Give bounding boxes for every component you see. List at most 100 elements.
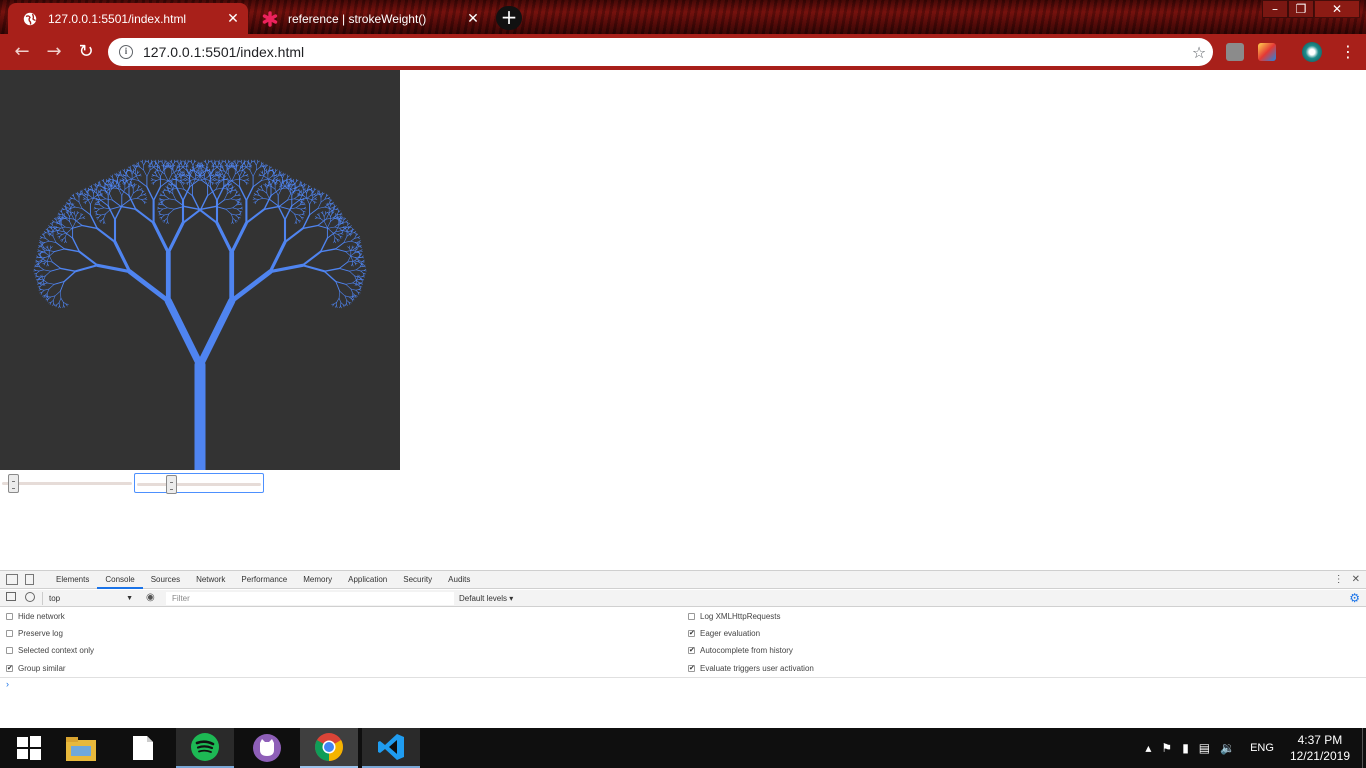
gear-icon[interactable]: ⚙ — [1349, 591, 1360, 605]
slider-thumb[interactable] — [166, 475, 177, 494]
p5-canvas[interactable] — [0, 70, 400, 476]
console-prompt[interactable]: › — [6, 679, 9, 689]
show-desktop-button[interactable] — [1362, 728, 1366, 768]
close-tab-icon[interactable]: ✕ — [222, 10, 244, 27]
console-option[interactable]: ✔ Group similar — [6, 664, 66, 673]
tree-branch — [298, 214, 302, 218]
reload-icon[interactable]: ↻ — [74, 40, 98, 64]
site-info-icon[interactable]: i — [119, 45, 133, 59]
devtools-tab-network[interactable]: Network — [188, 571, 233, 589]
console-option[interactable]: Selected context only — [6, 646, 94, 655]
tree-branch — [60, 226, 66, 229]
slider-1[interactable] — [0, 473, 134, 493]
filter-input[interactable]: Filter — [166, 592, 454, 605]
network-signal-icon[interactable]: ▤ — [1199, 741, 1210, 755]
console-option[interactable]: ✔ Eager evaluation — [688, 629, 760, 638]
tree-branch — [183, 205, 200, 210]
checkbox[interactable] — [6, 613, 13, 620]
device-toolbar-icon[interactable] — [25, 574, 34, 585]
clear-console-icon[interactable] — [25, 592, 35, 602]
tree-branch — [239, 204, 243, 206]
clock[interactable]: 4:37 PM 12/21/2019 — [1290, 732, 1350, 764]
devtools-tab-memory[interactable]: Memory — [295, 571, 340, 589]
log-levels-dropdown[interactable]: Default levels ▾ — [459, 592, 513, 605]
context-selector[interactable]: top ▼ — [42, 592, 136, 605]
tree-branch — [50, 231, 54, 235]
chevron-up-icon[interactable]: ▴ — [1145, 741, 1151, 755]
devtools-close-icon[interactable]: ✕ — [1352, 571, 1360, 589]
slider-2[interactable] — [134, 473, 264, 494]
inspect-element-icon[interactable] — [6, 574, 18, 585]
devtools-tab-audits[interactable]: Audits — [440, 571, 478, 589]
tree-branch — [330, 213, 333, 217]
language-indicator[interactable]: ENG — [1250, 742, 1274, 754]
checkbox[interactable] — [6, 630, 13, 637]
address-text[interactable]: 127.0.0.1:5501/index.html — [143, 44, 1185, 60]
devtools-tab-security[interactable]: Security — [395, 571, 440, 589]
tree-branch — [67, 208, 71, 211]
vscode-icon[interactable] — [362, 728, 420, 768]
devtools-tab-performance[interactable]: Performance — [233, 571, 295, 589]
extension-shield-icon[interactable] — [1258, 43, 1276, 61]
checkbox[interactable] — [688, 613, 695, 620]
close-tab-icon[interactable]: ✕ — [462, 10, 484, 27]
checkbox[interactable] — [6, 647, 13, 654]
forward-arrow-icon[interactable]: → — [42, 40, 66, 64]
devtools-menu-icon[interactable]: ⋮ — [1334, 571, 1344, 589]
bookmark-star-icon[interactable]: ☆ — [1185, 43, 1213, 62]
close-window-button[interactable]: ✕ — [1314, 0, 1360, 18]
battery-icon[interactable]: ▮ — [1182, 741, 1189, 755]
eye-icon[interactable]: ◉ — [146, 592, 155, 603]
file-explorer-icon[interactable] — [52, 728, 110, 768]
slider-thumb[interactable] — [8, 474, 19, 493]
devtools-tab-elements[interactable]: Elements — [48, 571, 97, 589]
tab-localhost[interactable]: 127.0.0.1:5501/index.html ✕ — [8, 3, 248, 34]
tree-branch — [60, 216, 63, 219]
profile-avatar[interactable] — [1302, 42, 1322, 62]
action-center-flag-icon[interactable]: ⚑ — [1161, 741, 1172, 755]
tree-branch — [343, 240, 352, 243]
github-desktop-icon[interactable] — [238, 728, 296, 768]
tree-branch — [70, 212, 75, 220]
document-icon[interactable] — [114, 728, 172, 768]
minimize-button[interactable]: – — [1262, 0, 1288, 18]
checkbox-checked[interactable]: ✔ — [688, 647, 695, 654]
new-tab-button[interactable]: + — [496, 6, 522, 30]
windows-start-icon[interactable] — [0, 728, 58, 768]
checkbox-checked[interactable]: ✔ — [688, 665, 695, 672]
maximize-button[interactable]: ❐ — [1288, 0, 1314, 18]
tab-reference[interactable]: reference | strokeWeight() ✕ — [248, 3, 488, 34]
tree-branch — [258, 173, 262, 176]
console-option[interactable]: Preserve log — [6, 629, 63, 638]
sidebar-toggle-icon[interactable] — [6, 592, 16, 601]
tree-branch — [358, 241, 362, 243]
tree-branch — [255, 166, 261, 171]
extension-cast-icon[interactable] — [1226, 43, 1244, 61]
tree-branch — [71, 237, 81, 253]
tree-branch — [279, 181, 282, 185]
tree-branch — [98, 214, 102, 218]
address-bar[interactable]: i 127.0.0.1:5501/index.html ☆ — [108, 38, 1213, 66]
devtools-tab-application[interactable]: Application — [340, 571, 395, 589]
tree-branch — [360, 270, 364, 274]
tree-branch — [39, 240, 42, 243]
tree-branch — [48, 251, 55, 257]
devtools-tab-sources[interactable]: Sources — [143, 571, 188, 589]
tree-branch — [346, 228, 349, 232]
tree-branch — [171, 162, 174, 166]
console-option[interactable]: Hide network — [6, 612, 65, 621]
spotify-icon[interactable] — [176, 728, 234, 768]
tree-branch — [302, 204, 306, 206]
tree-branch — [46, 263, 48, 267]
tree-branch — [261, 178, 269, 181]
devtools-tab-console[interactable]: Console — [97, 571, 143, 589]
menu-kebab-icon[interactable]: ⋮ — [1336, 40, 1360, 64]
volume-icon[interactable]: 🔉 — [1220, 741, 1235, 755]
chrome-icon[interactable] — [300, 728, 358, 768]
console-option[interactable]: ✔ Evaluate triggers user activation — [688, 664, 814, 673]
checkbox-checked[interactable]: ✔ — [688, 630, 695, 637]
checkbox-checked[interactable]: ✔ — [6, 665, 13, 672]
console-option[interactable]: ✔ Autocomplete from history — [688, 646, 793, 655]
back-arrow-icon[interactable]: ← — [10, 40, 34, 64]
console-option[interactable]: Log XMLHttpRequests — [688, 612, 781, 621]
